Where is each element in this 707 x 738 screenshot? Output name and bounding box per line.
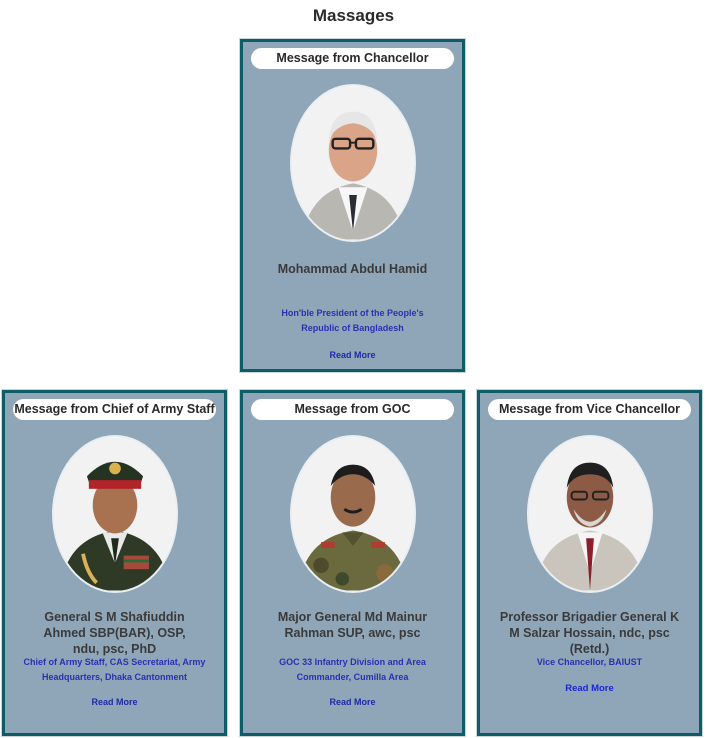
goc-message-card: Message from GOC Major General Md Mainur… (240, 390, 465, 736)
chancellor-read-more-link[interactable]: Read More (243, 350, 462, 360)
chancellor-role: Hon'ble President of the People's Republ… (281, 308, 424, 333)
card-header: Message from Vice Chancellor (488, 399, 691, 420)
army-chief-role: Chief of Army Staff, CAS Secretariat, Ar… (23, 657, 206, 682)
vice-chancellor-role: Vice Chancellor, BAIUST (536, 657, 643, 667)
card-header: Message from Chancellor (251, 48, 454, 69)
goc-read-more-link[interactable]: Read More (243, 697, 462, 707)
vice-chancellor-read-more-link[interactable]: Read More (480, 683, 699, 694)
chancellor-name: Mohammad Abdul Hamid (277, 262, 428, 276)
army-chief-name: General S M Shafiuddin Ahmed SBP(BAR), O… (43, 610, 186, 656)
card-header: Message from GOC (251, 399, 454, 420)
army-chief-portrait (51, 435, 178, 593)
goc-portrait (289, 435, 416, 593)
section-title: Massages (312, 6, 395, 25)
chancellor-portrait (289, 84, 416, 242)
vice-chancellor-message-card: Message from Vice Chancellor Professor B… (477, 390, 702, 736)
goc-name: Major General Md Mainur Rahman SUP, awc,… (277, 610, 428, 640)
army-chief-read-more-link[interactable]: Read More (5, 697, 224, 707)
goc-role: GOC 33 Infantry Division and Area Comman… (279, 657, 426, 682)
card-header: Message from Chief of Army Staff (13, 399, 216, 420)
vice-chancellor-name: Professor Brigadier General K M Salzar H… (499, 610, 680, 656)
army-chief-message-card: Message from Chief of Army Staff General… (2, 390, 227, 736)
vice-chancellor-portrait (526, 435, 653, 593)
chancellor-message-card: Message from Chancellor Mohammad Abdul H… (240, 39, 465, 372)
